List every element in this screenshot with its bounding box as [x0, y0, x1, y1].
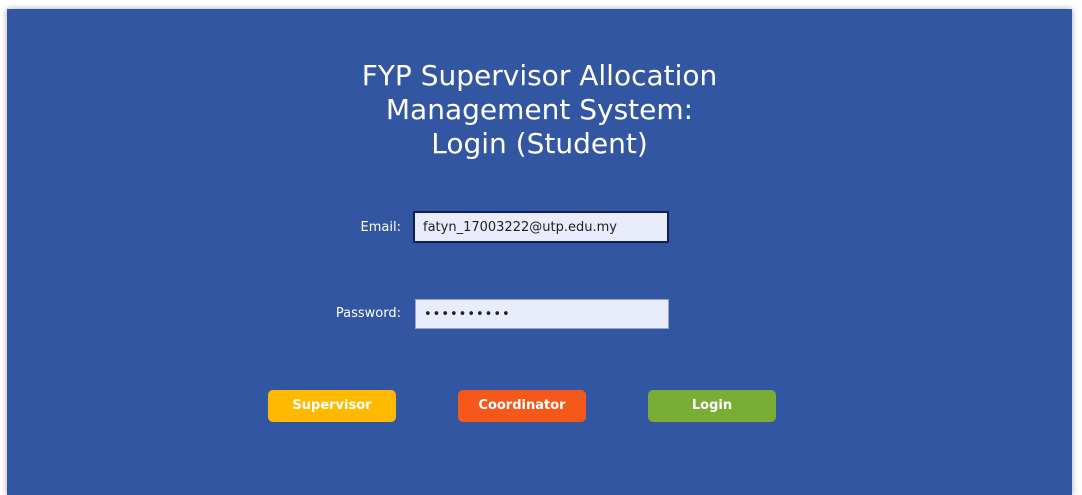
login-screen: FYP Supervisor Allocation Management Sys… [7, 9, 1072, 495]
page-title: FYP Supervisor Allocation Management Sys… [7, 59, 1072, 161]
email-field[interactable] [413, 211, 669, 243]
password-label: Password: [335, 306, 401, 321]
email-label: Email: [360, 220, 401, 235]
title-line-2: Management System: [385, 93, 694, 126]
login-button[interactable]: Login [648, 390, 776, 422]
supervisor-button[interactable]: Supervisor [268, 390, 396, 422]
password-field[interactable] [415, 299, 669, 329]
title-line-3: Login (Student) [431, 127, 648, 160]
title-line-1: FYP Supervisor Allocation [361, 59, 718, 92]
coordinator-button[interactable]: Coordinator [458, 390, 586, 422]
